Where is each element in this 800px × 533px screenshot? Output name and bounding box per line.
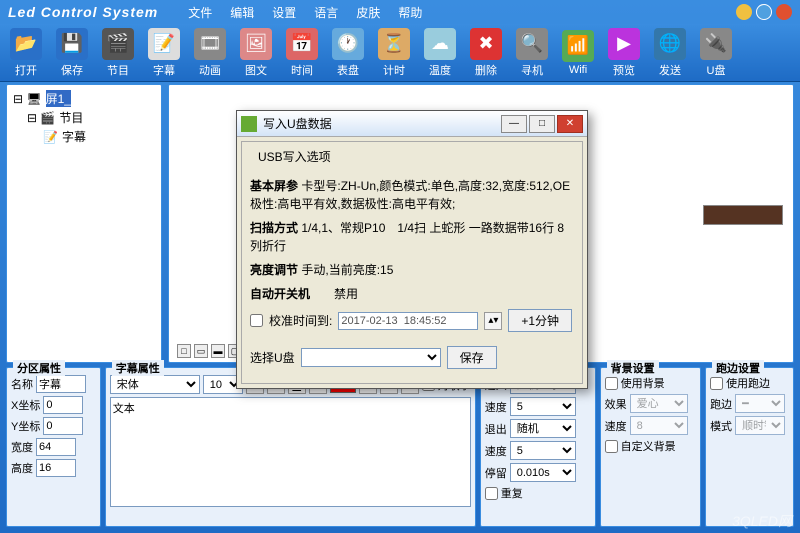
dialog-max-button[interactable]: □ <box>529 115 555 133</box>
tool-time[interactable]: 📅时间 <box>280 26 324 79</box>
zoom-3[interactable]: ▬ <box>211 344 225 358</box>
use-bg-check[interactable] <box>605 377 618 390</box>
delete-icon: ✖ <box>470 28 502 60</box>
menu-lang[interactable]: 语言 <box>314 4 338 21</box>
tool-subtitle[interactable]: 📝字幕 <box>142 26 186 79</box>
tool-wifi[interactable]: 📶Wifi <box>556 26 600 79</box>
border-panel: 跑边设置 使用跑边 跑边━ 模式顺时针 <box>705 367 794 527</box>
w-input[interactable] <box>36 438 76 456</box>
repeat-check[interactable] <box>485 487 498 500</box>
use-border-check[interactable] <box>710 377 723 390</box>
tool-anim[interactable]: 🎞动画 <box>188 26 232 79</box>
bg-spd-select[interactable]: 8 <box>630 416 688 435</box>
effect-panel: 进入随机显示 速度5 退出随机 速度5 停留0.010s 重复 <box>480 367 596 527</box>
anim-icon: 🎞 <box>194 28 226 60</box>
tool-dial[interactable]: 🕐表盘 <box>326 26 370 79</box>
zoom-1[interactable]: □ <box>177 344 191 358</box>
main-menu: 文件 编辑 设置 语言 皮肤 帮助 <box>188 4 422 21</box>
tree-program[interactable]: ⊟ 🎬 节目 <box>11 108 157 127</box>
menu-skin[interactable]: 皮肤 <box>356 4 380 21</box>
dialog-min-button[interactable]: — <box>501 115 527 133</box>
tool-save[interactable]: 💾保存 <box>50 26 94 79</box>
app-title: Led Control System <box>8 4 158 20</box>
wifi-icon: 📶 <box>562 30 594 62</box>
out-select[interactable]: 随机 <box>510 419 576 438</box>
open-icon: 📂 <box>10 28 42 60</box>
minimize-button[interactable] <box>736 4 752 20</box>
h-input[interactable] <box>36 459 76 477</box>
usb-select[interactable] <box>301 348 441 367</box>
dialog-close-button[interactable]: ✕ <box>557 115 583 133</box>
preview-icon: ▶ <box>608 28 640 60</box>
usb-icon: 🔌 <box>700 28 732 60</box>
titlebar: Led Control System 文件 编辑 设置 语言 皮肤 帮助 <box>0 0 800 24</box>
y-input[interactable] <box>43 417 83 435</box>
stay-select[interactable]: 0.010s <box>510 463 576 482</box>
zoom-controls: □ ▭ ▬ ▢ <box>177 344 242 358</box>
tool-open[interactable]: 📂打开 <box>4 26 48 79</box>
font-select[interactable]: 宋体 <box>110 375 200 394</box>
modal-save-button[interactable]: 保存 <box>447 346 497 369</box>
spd1-select[interactable]: 5 <box>510 397 576 416</box>
program-icon: 🎬 <box>102 28 134 60</box>
tool-program[interactable]: 🎬节目 <box>96 26 140 79</box>
subtitle-icon: 📝 <box>148 28 180 60</box>
tool-timer[interactable]: ⏳计时 <box>372 26 416 79</box>
preview-box <box>703 205 783 225</box>
dialog-icon <box>241 116 257 132</box>
spd2-select[interactable]: 5 <box>510 441 576 460</box>
menu-edit[interactable]: 编辑 <box>230 4 254 21</box>
text-area[interactable]: 文本 <box>110 397 471 507</box>
tool-delete[interactable]: ✖删除 <box>464 26 508 79</box>
temp-icon: ☁ <box>424 28 456 60</box>
calibrate-check[interactable] <box>250 314 263 327</box>
imgtext-icon: 🖼 <box>240 28 272 60</box>
subtitle-attr-panel: 字幕属性 宋体 10 B I U S ≡ ≣ ≡ 对联字 文本 <box>105 367 476 527</box>
menu-settings[interactable]: 设置 <box>272 4 296 21</box>
region-attr-panel: 分区属性 名称 X坐标 Y坐标 宽度 高度 <box>6 367 101 527</box>
dial-icon: 🕐 <box>332 28 364 60</box>
datetime-input[interactable] <box>338 312 478 330</box>
tool-find[interactable]: 🔍寻机 <box>510 26 554 79</box>
time-icon: 📅 <box>286 28 318 60</box>
tool-temp[interactable]: ☁温度 <box>418 26 462 79</box>
plus-minute-button[interactable]: +1分钟 <box>508 309 572 332</box>
tool-send[interactable]: 🌐发送 <box>648 26 692 79</box>
menu-help[interactable]: 帮助 <box>398 4 422 21</box>
toolbar: 📂打开💾保存🎬节目📝字幕🎞动画🖼图文📅时间🕐表盘⏳计时☁温度✖删除🔍寻机📶Wif… <box>0 24 800 82</box>
usb-options-group: USB写入选项 基本屏参 卡型号:ZH-Un,颜色模式:单色,高度:32,宽度:… <box>241 141 583 384</box>
menu-file[interactable]: 文件 <box>188 4 212 21</box>
tree-subtitle[interactable]: 📝 字幕 <box>11 127 157 146</box>
send-icon: 🌐 <box>654 28 686 60</box>
mode-select[interactable]: 顺时针 <box>735 416 785 435</box>
name-input[interactable] <box>36 375 86 393</box>
datetime-spinner[interactable]: ▴▾ <box>484 312 502 330</box>
window-controls <box>736 4 792 20</box>
fx-select[interactable]: 爱心 <box>630 394 688 413</box>
save-icon: 💾 <box>56 28 88 60</box>
find-icon: 🔍 <box>516 28 548 60</box>
close-button[interactable] <box>776 4 792 20</box>
tool-preview[interactable]: ▶预览 <box>602 26 646 79</box>
tool-usb[interactable]: 🔌U盘 <box>694 26 738 79</box>
tree-screen[interactable]: ⊟ 🖥 屏1_ <box>11 89 157 108</box>
usb-write-dialog: 写入U盘数据 — □ ✕ USB写入选项 基本屏参 卡型号:ZH-Un,颜色模式… <box>236 110 588 389</box>
edge-select[interactable]: ━ <box>735 394 785 413</box>
bg-panel: 背景设置 使用背景 效果爱心 速度8 自定义背景 <box>600 367 701 527</box>
zoom-2[interactable]: ▭ <box>194 344 208 358</box>
dialog-titlebar[interactable]: 写入U盘数据 — □ ✕ <box>237 111 587 137</box>
maximize-button[interactable] <box>756 4 772 20</box>
tool-imgtext[interactable]: 🖼图文 <box>234 26 278 79</box>
x-input[interactable] <box>43 396 83 414</box>
timer-icon: ⏳ <box>378 28 410 60</box>
custom-bg-check[interactable] <box>605 440 618 453</box>
tree-panel: ⊟ 🖥 屏1_ ⊟ 🎬 节目 📝 字幕 <box>6 84 162 363</box>
